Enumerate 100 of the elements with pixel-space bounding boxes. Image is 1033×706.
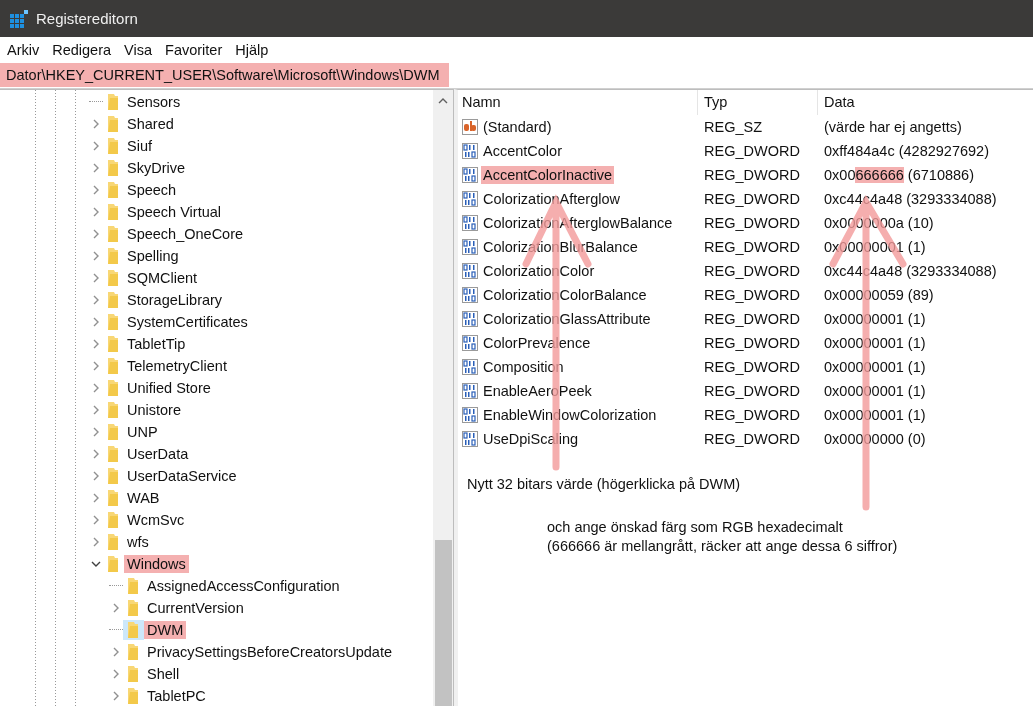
binary-value-icon — [462, 239, 478, 255]
table-cell-text: 0xc44c4a48 (3293334088) — [823, 191, 998, 207]
value-name[interactable]: ColorizationColorBalance — [481, 286, 649, 304]
table-cell-text: 0xff484a4c (4282927692) — [823, 143, 990, 159]
table-cell-text: 0x00000000 (0) — [823, 431, 927, 447]
string-value-icon — [462, 119, 478, 135]
annotation-text: och ange önskad färg som RGB hexadecimalt (666666 är mellangrått, räcker att ange dessa 6 siffror) — [547, 518, 899, 556]
address-field[interactable]: Dator\HKEY_CURRENT_USER\Software\Microsoft\Windows\DWM — [0, 63, 450, 87]
annotation-text: Nytt 32 bitars värde (högerklicka på DWM) — [467, 475, 742, 494]
value-name[interactable]: ColorPrevalence — [481, 334, 593, 352]
table-cell-text: REG_DWORD — [703, 359, 801, 375]
table-cell-text: REG_DWORD — [703, 383, 801, 399]
table-cell-text: 0x00000001 (1) — [823, 407, 927, 423]
table-cell-text: REG_DWORD — [703, 191, 801, 207]
table-cell-text: 0xc44c4a48 (3293334088) — [823, 263, 998, 279]
table-cell-text: REG_DWORD — [703, 143, 801, 159]
table-cell-text: REG_DWORD — [703, 167, 801, 183]
value-name[interactable]: UseDpiScaling — [481, 430, 581, 448]
tree-item[interactable]: WAB — [124, 489, 163, 507]
table-cell-text: REG_DWORD — [703, 239, 801, 255]
tree-item[interactable]: SQMClient — [124, 269, 201, 287]
tree-item[interactable]: Speech_OneCore — [124, 225, 247, 243]
value-name[interactable]: ColorizationAfterglow — [481, 190, 622, 208]
table-cell-text: 0x00000001 (1) — [823, 359, 927, 375]
binary-value-icon — [462, 287, 478, 303]
table-cell-text: 0x00000001 (1) — [823, 239, 927, 255]
menu-item[interactable]: Hjälp — [235, 41, 269, 58]
tree-item[interactable]: SystemCertificates — [124, 313, 251, 331]
tree-item[interactable]: StorageLibrary — [124, 291, 226, 309]
binary-value-icon — [462, 263, 478, 279]
tree-item[interactable]: DWM — [144, 621, 187, 639]
table-cell-text: REG_DWORD — [703, 215, 801, 231]
tree-item[interactable]: SkyDrive — [124, 159, 188, 177]
value-name[interactable]: ColorizationAfterglowBalance — [481, 214, 675, 232]
chevron-up-icon[interactable] — [438, 98, 448, 104]
table-cell-text: 0x00000001 (1) — [823, 311, 927, 327]
value-name[interactable]: EnableAeroPeek — [481, 382, 594, 400]
value-name[interactable]: (Standard) — [481, 118, 554, 136]
tree-item[interactable]: Siuf — [124, 137, 155, 155]
tree-item[interactable]: Speech — [124, 181, 180, 199]
value-name[interactable]: ColorizationBlurBalance — [481, 238, 640, 256]
binary-value-icon — [462, 431, 478, 447]
tree-item[interactable]: Unistore — [124, 401, 184, 419]
menu-item[interactable]: Redigera — [52, 41, 112, 58]
tree-item[interactable]: Windows — [124, 555, 189, 573]
tree-item[interactable]: UserDataService — [124, 467, 240, 485]
tree-item[interactable]: Unified Store — [124, 379, 214, 397]
tree-item[interactable]: TabletPC — [144, 687, 209, 705]
menu-item[interactable]: Favoriter — [165, 41, 223, 58]
menu-item[interactable]: Visa — [124, 41, 153, 58]
column-header[interactable]: Data — [818, 90, 1033, 115]
table-cell-text: 0x00000001 (1) — [823, 335, 927, 351]
table-cell-text: REG_DWORD — [703, 407, 801, 423]
column-header[interactable]: Typ — [698, 90, 818, 115]
menu-item[interactable]: Arkiv — [7, 41, 40, 58]
tree-item[interactable]: UNP — [124, 423, 161, 441]
table-cell-text: 0x00666666 (6710886) — [823, 167, 975, 183]
binary-value-icon — [462, 407, 478, 423]
column-header[interactable]: Namn — [458, 90, 698, 115]
value-name[interactable]: ColorizationColor — [481, 262, 597, 280]
binary-value-icon — [462, 143, 478, 159]
window-title: Registereditorn — [36, 10, 138, 27]
value-name[interactable]: AccentColorInactive — [481, 166, 614, 184]
binary-value-icon — [462, 215, 478, 231]
value-name[interactable]: AccentColor — [481, 142, 564, 160]
binary-value-icon — [462, 359, 478, 375]
value-name[interactable]: EnableWindowColorization — [481, 406, 659, 424]
tree-item[interactable]: AssignedAccessConfiguration — [144, 577, 343, 595]
binary-value-icon — [462, 167, 478, 183]
tree-item[interactable]: Sensors — [124, 93, 184, 111]
tree-item[interactable]: PrivacySettingsBeforeCreatorsUpdate — [144, 643, 395, 661]
table-cell-text: (värde har ej angetts) — [823, 119, 963, 135]
grid-icon — [10, 9, 28, 28]
table-cell-text: REG_SZ — [703, 119, 763, 135]
tree-item[interactable]: TelemetryClient — [124, 357, 230, 375]
binary-value-icon — [462, 383, 478, 399]
binary-value-icon — [462, 311, 478, 327]
tree-item[interactable]: UserData — [124, 445, 192, 463]
scrollbar-thumb[interactable] — [434, 540, 452, 706]
tree-item[interactable]: CurrentVersion — [144, 599, 247, 617]
tree-item[interactable]: Shared — [124, 115, 177, 133]
scrollbar[interactable] — [433, 90, 453, 706]
table-cell-text: REG_DWORD — [703, 335, 801, 351]
table-cell-text: REG_DWORD — [703, 263, 801, 279]
value-name[interactable]: Composition — [481, 358, 566, 376]
tree-item[interactable]: wfs — [124, 533, 152, 551]
tree-item[interactable]: WcmSvc — [124, 511, 188, 529]
table-cell-text: REG_DWORD — [703, 431, 801, 447]
table-cell-text: REG_DWORD — [703, 311, 801, 327]
tree-item[interactable]: Speech Virtual — [124, 203, 225, 221]
tree-item[interactable]: Spelling — [124, 247, 182, 265]
binary-value-icon — [462, 335, 478, 351]
tree-item[interactable]: Shell — [144, 665, 183, 683]
table-cell-text: REG_DWORD — [703, 287, 801, 303]
tree-item[interactable]: TabletTip — [124, 335, 189, 353]
table-cell-text: 0x00000059 (89) — [823, 287, 935, 303]
table-cell-text: 0x0000000a (10) — [823, 215, 935, 231]
table-cell-text: 0x00000001 (1) — [823, 383, 927, 399]
binary-value-icon — [462, 191, 478, 207]
value-name[interactable]: ColorizationGlassAttribute — [481, 310, 653, 328]
